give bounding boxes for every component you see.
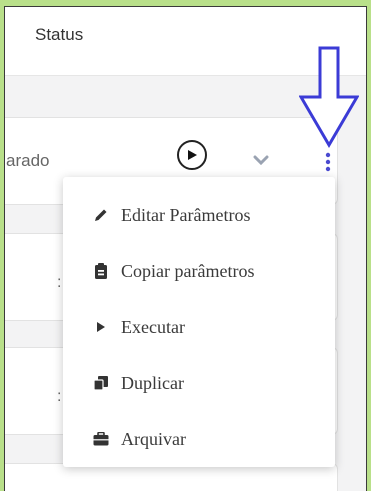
menu-item-edit-parameters[interactable]: Editar Parâmetros xyxy=(63,187,335,243)
duplicate-icon xyxy=(91,373,111,393)
pencil-icon xyxy=(91,205,111,225)
menu-item-copy-parameters[interactable]: Copiar parâmetros xyxy=(63,243,335,299)
row-actions-menu: Editar Parâmetros Copiar parâmetros Exec… xyxy=(63,177,335,467)
briefcase-icon xyxy=(91,429,111,449)
status-column-header: Status xyxy=(35,25,84,44)
clipboard-icon xyxy=(91,261,111,281)
menu-item-duplicate[interactable]: Duplicar xyxy=(63,355,335,411)
play-icon xyxy=(91,317,111,337)
status-value: arado xyxy=(6,151,50,170)
play-button[interactable] xyxy=(177,140,207,170)
down-arrow-annotation-icon xyxy=(299,46,359,148)
menu-item-archive[interactable]: Arquivar xyxy=(63,411,335,467)
table-row xyxy=(5,463,338,491)
row-peek-char: : xyxy=(57,274,62,291)
more-options-icon[interactable] xyxy=(324,152,332,172)
menu-item-execute[interactable]: Executar xyxy=(63,299,335,355)
chevron-down-icon[interactable] xyxy=(253,155,269,165)
play-icon xyxy=(188,150,197,160)
table-panel: Status arado : : Editar Parâmetros Copia… xyxy=(4,6,367,491)
row-peek-char: : xyxy=(57,388,62,405)
